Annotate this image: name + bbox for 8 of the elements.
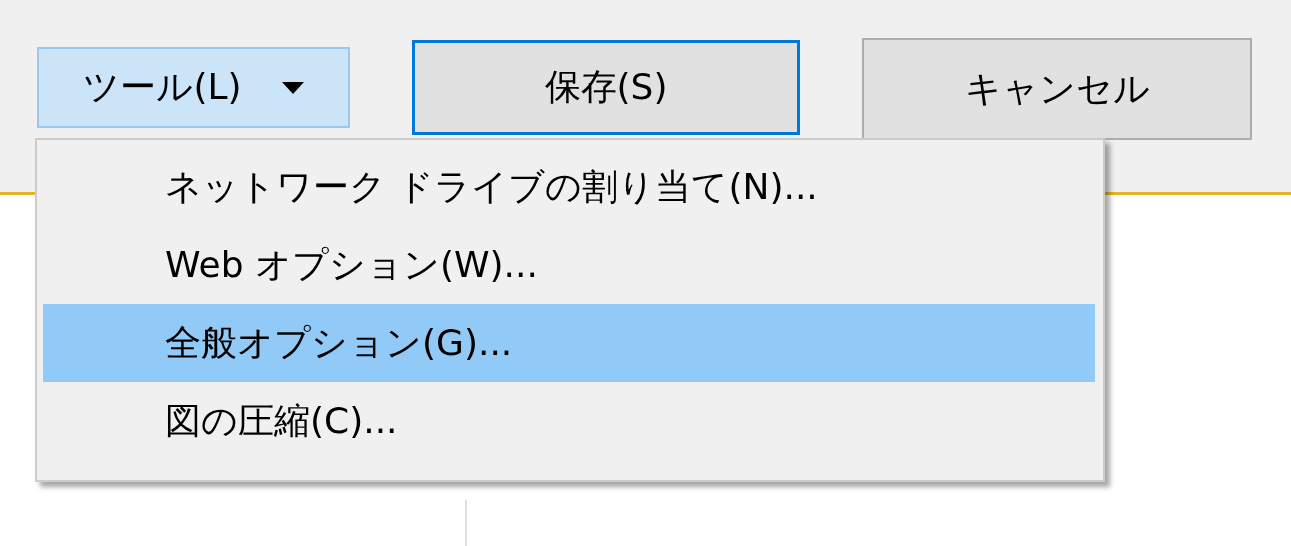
save-button[interactable]: 保存(S) [412, 40, 800, 135]
cancel-button[interactable]: キャンセル [862, 38, 1252, 140]
menu-item[interactable]: 全般オプション(G)... [43, 304, 1095, 382]
caret-icon [281, 81, 304, 94]
menu-item[interactable]: 図の圧縮(C)... [43, 382, 1095, 460]
menu-item[interactable]: ネットワーク ドライブの割り当て(N)... [43, 148, 1095, 226]
menu-item[interactable]: Web オプション(W)... [43, 226, 1095, 304]
tools-button[interactable]: ツール(L) [37, 47, 350, 128]
